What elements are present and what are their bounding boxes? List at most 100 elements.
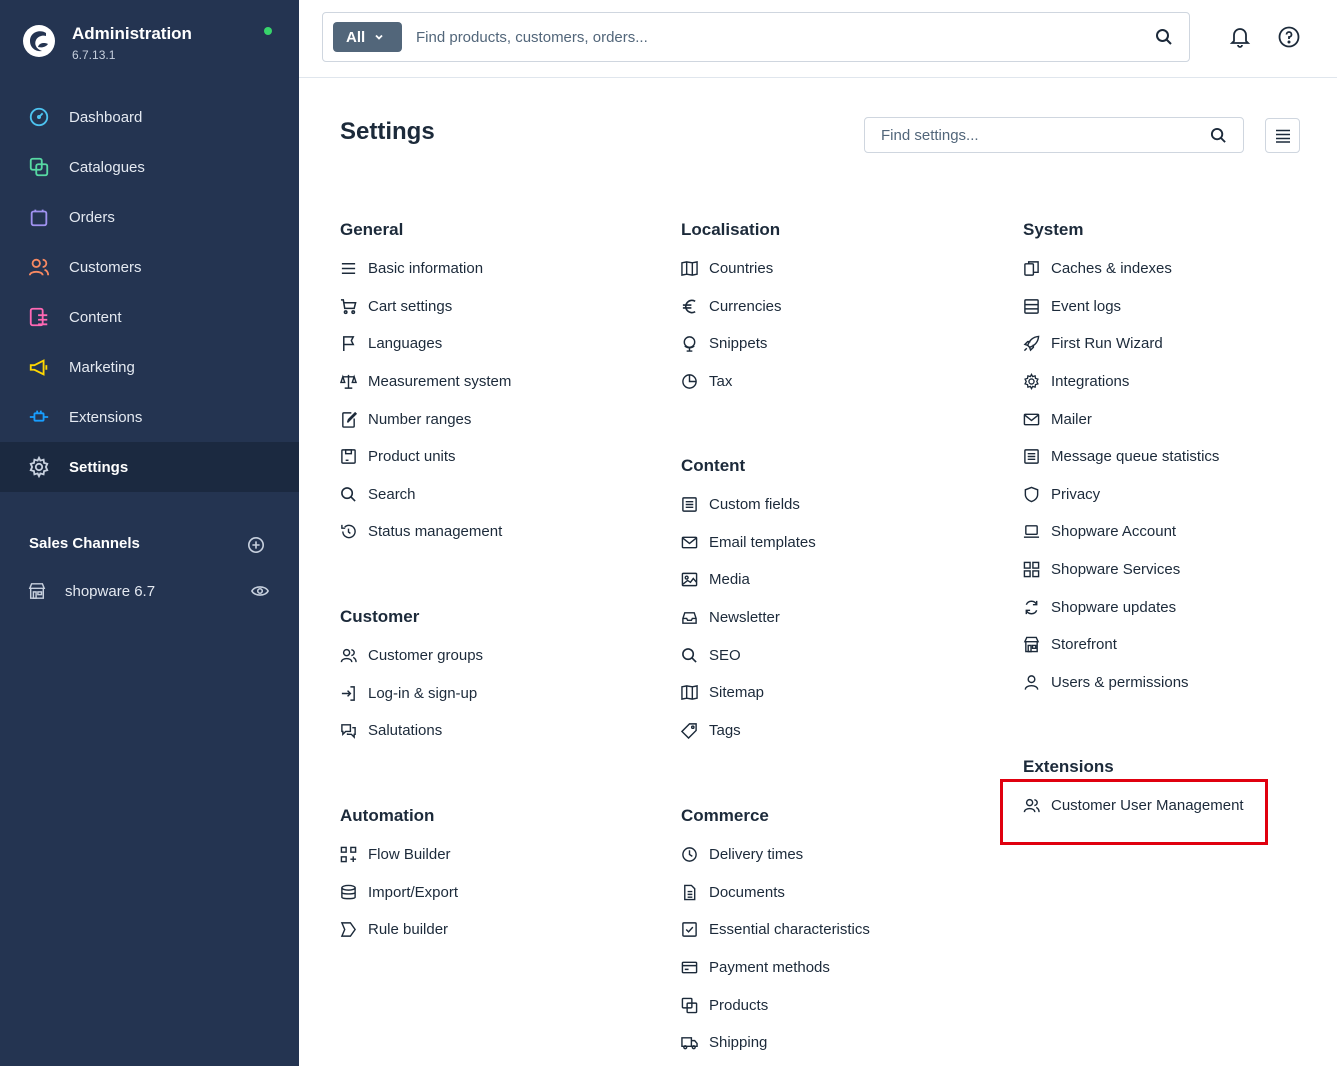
item-label: Message queue statistics bbox=[1051, 448, 1220, 466]
nav-label: Catalogues bbox=[69, 158, 145, 176]
search-icon[interactable] bbox=[1210, 127, 1227, 144]
settings-item-privacy[interactable]: Privacy bbox=[1023, 476, 1219, 514]
settings-item-languages[interactable]: Languages bbox=[340, 325, 511, 363]
settings-item-import-export[interactable]: Import/Export bbox=[340, 874, 458, 912]
settings-item-mailer[interactable]: Mailer bbox=[1023, 400, 1219, 438]
item-label: Email templates bbox=[709, 533, 816, 551]
bell-icon[interactable] bbox=[1229, 26, 1251, 48]
item-label: Users & permissions bbox=[1051, 673, 1189, 691]
settings-item-media[interactable]: Media bbox=[681, 561, 816, 599]
euro-icon bbox=[681, 298, 698, 315]
users-icon bbox=[340, 647, 357, 664]
flag-icon bbox=[340, 335, 357, 352]
global-search-input[interactable] bbox=[416, 25, 1116, 49]
nav-item-marketing[interactable]: Marketing bbox=[0, 342, 299, 392]
settings-item-measurement-system[interactable]: Measurement system bbox=[340, 363, 511, 401]
settings-item-number-ranges[interactable]: Number ranges bbox=[340, 400, 511, 438]
item-label: First Run Wizard bbox=[1051, 335, 1163, 353]
settings-item-first-run-wizard[interactable]: First Run Wizard bbox=[1023, 325, 1219, 363]
settings-item-product-units[interactable]: Product units bbox=[340, 438, 511, 476]
nav-item-catalogues[interactable]: Catalogues bbox=[0, 142, 299, 192]
add-circle-icon[interactable] bbox=[247, 536, 265, 554]
settings-item-shopware-services[interactable]: Shopware Services bbox=[1023, 551, 1219, 589]
shopware-logo-icon[interactable] bbox=[22, 24, 56, 58]
nav-label: Marketing bbox=[69, 358, 135, 376]
settings-item-integrations[interactable]: Integrations bbox=[1023, 363, 1219, 401]
app-title: Administration bbox=[72, 24, 192, 43]
settings-item-shipping[interactable]: Shipping bbox=[681, 1024, 870, 1062]
settings-item-sitemap[interactable]: Sitemap bbox=[681, 674, 816, 712]
rule-icon bbox=[340, 921, 357, 938]
settings-item-search[interactable]: Search bbox=[340, 476, 511, 514]
settings-item-login-signup[interactable]: Log-in & sign-up bbox=[340, 675, 483, 713]
settings-search-input[interactable] bbox=[881, 125, 1201, 145]
settings-item-caches-indexes[interactable]: Caches & indexes bbox=[1023, 250, 1219, 288]
list-view-button[interactable] bbox=[1265, 118, 1300, 153]
settings-item-products[interactable]: Products bbox=[681, 986, 870, 1024]
gauge-icon bbox=[28, 106, 50, 128]
item-label: Mailer bbox=[1051, 410, 1092, 428]
user-icon bbox=[1023, 674, 1040, 691]
nav-item-dashboard[interactable]: Dashboard bbox=[0, 92, 299, 142]
settings-item-tax[interactable]: Tax bbox=[681, 363, 782, 401]
settings-item-customer-groups[interactable]: Customer groups bbox=[340, 637, 483, 675]
settings-item-countries[interactable]: Countries bbox=[681, 250, 782, 288]
item-label: Import/Export bbox=[368, 883, 459, 901]
item-label: Caches & indexes bbox=[1051, 260, 1172, 278]
settings-item-users-permissions[interactable]: Users & permissions bbox=[1023, 664, 1219, 702]
item-label: Status management bbox=[368, 523, 503, 541]
settings-item-payment-methods[interactable]: Payment methods bbox=[681, 949, 870, 987]
group-title: General bbox=[340, 220, 404, 239]
settings-item-snippets[interactable]: Snippets bbox=[681, 325, 782, 363]
item-label: Salutations bbox=[368, 722, 443, 740]
settings-item-status-management[interactable]: Status management bbox=[340, 513, 511, 551]
settings-item-currencies[interactable]: Currencies bbox=[681, 288, 782, 326]
settings-item-message-queue-statistics[interactable]: Message queue statistics bbox=[1023, 438, 1219, 476]
search-icon[interactable] bbox=[1155, 28, 1173, 46]
settings-item-email-templates[interactable]: Email templates bbox=[681, 524, 816, 562]
sales-channel-item[interactable]: shopware 6.7 bbox=[28, 580, 273, 604]
settings-item-basic-information[interactable]: Basic information bbox=[340, 250, 511, 288]
group-title: Localisation bbox=[681, 220, 781, 239]
customers-icon bbox=[28, 256, 50, 278]
nav-item-customers[interactable]: Customers bbox=[0, 242, 299, 292]
settings-item-cart-settings[interactable]: Cart settings bbox=[340, 288, 511, 326]
globe-stand-icon bbox=[681, 335, 698, 353]
status-indicator bbox=[264, 27, 272, 35]
map-icon bbox=[681, 684, 698, 701]
settings-item-newsletter[interactable]: Newsletter bbox=[681, 599, 816, 637]
settings-item-documents[interactable]: Documents bbox=[681, 874, 870, 912]
item-label: Media bbox=[709, 571, 750, 589]
settings-item-seo[interactable]: SEO bbox=[681, 636, 816, 674]
menu-lines-icon bbox=[340, 260, 357, 277]
brand: Administration 6.7.13.1 bbox=[22, 22, 282, 66]
sign-in-icon bbox=[340, 685, 357, 702]
item-label: Payment methods bbox=[709, 959, 830, 977]
item-label: Event logs bbox=[1051, 297, 1122, 315]
search-type-dropdown[interactable]: All bbox=[333, 22, 402, 52]
item-label: Customer groups bbox=[368, 647, 484, 665]
nav-item-orders[interactable]: Orders bbox=[0, 192, 299, 242]
copy-icon bbox=[1023, 260, 1040, 277]
highlight-box bbox=[1000, 779, 1268, 845]
settings-item-flow-builder[interactable]: Flow Builder bbox=[340, 836, 458, 874]
nav-item-content[interactable]: Content bbox=[0, 292, 299, 342]
nav-item-extensions[interactable]: Extensions bbox=[0, 392, 299, 442]
eye-icon[interactable] bbox=[251, 584, 269, 598]
settings-item-shopware-updates[interactable]: Shopware updates bbox=[1023, 588, 1219, 626]
settings-item-delivery-times[interactable]: Delivery times bbox=[681, 836, 870, 874]
settings-item-essential-characteristics[interactable]: Essential characteristics bbox=[681, 911, 870, 949]
settings-item-shopware-account[interactable]: Shopware Account bbox=[1023, 513, 1219, 551]
item-label: Basic information bbox=[368, 260, 484, 278]
settings-item-event-logs[interactable]: Event logs bbox=[1023, 288, 1219, 326]
rocket-icon bbox=[1023, 335, 1040, 352]
settings-item-tags[interactable]: Tags bbox=[681, 712, 816, 750]
settings-item-storefront[interactable]: Storefront bbox=[1023, 626, 1219, 664]
settings-item-salutations[interactable]: Salutations bbox=[340, 712, 483, 750]
item-label: Cart settings bbox=[368, 297, 453, 315]
clock-icon bbox=[681, 846, 698, 863]
settings-item-rule-builder[interactable]: Rule builder bbox=[340, 911, 458, 949]
help-icon[interactable] bbox=[1278, 26, 1300, 48]
settings-item-custom-fields[interactable]: Custom fields bbox=[681, 486, 816, 524]
nav-item-settings[interactable]: Settings bbox=[0, 442, 299, 492]
